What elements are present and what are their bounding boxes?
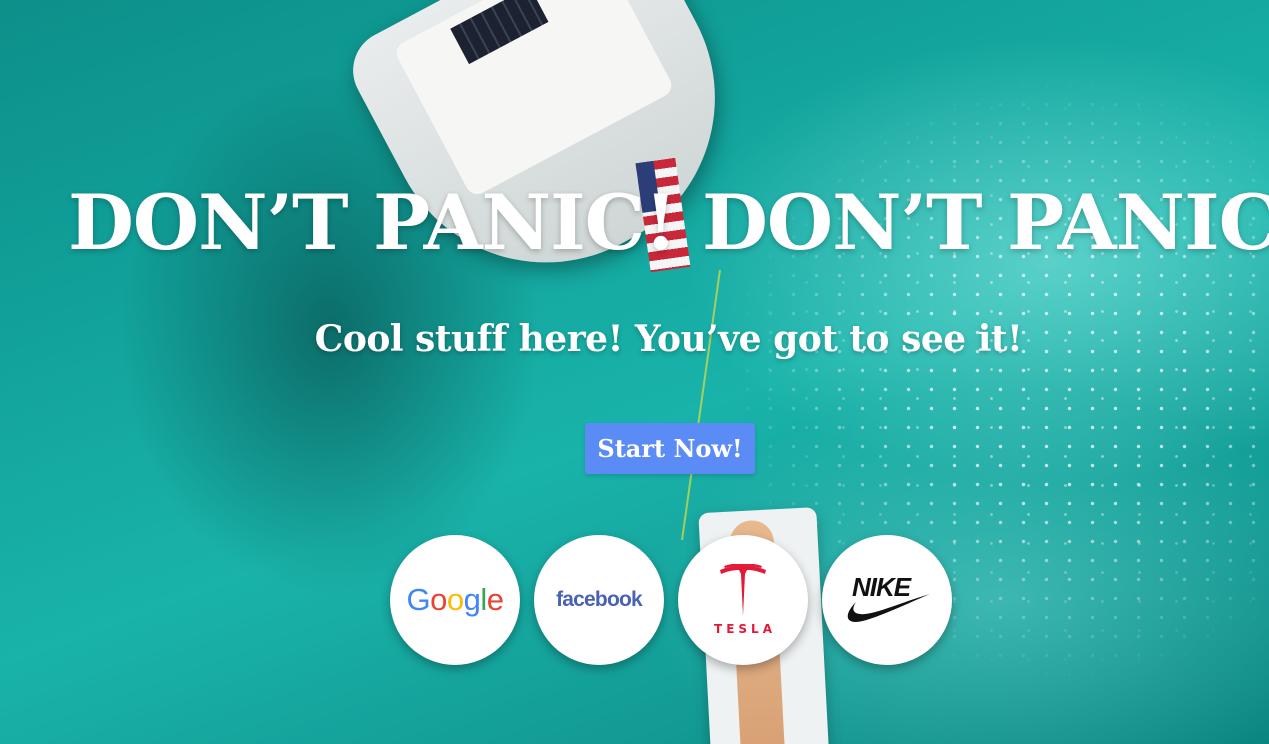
tesla-logo-link[interactable]: TESLA [678,535,808,665]
tesla-t-icon [720,564,766,616]
google-logo-link[interactable]: Google [390,535,520,665]
hero-title: DON’T PANIC! DON’T PANIC! [68,178,1269,267]
nike-logo-link[interactable]: NIKE [822,535,952,665]
tesla-wordmark: TESLA [714,622,776,636]
tesla-logo-icon: TESLA [710,564,776,636]
google-logo-icon: Google [406,582,504,617]
nike-swoosh-icon [847,594,930,622]
facebook-logo-link[interactable]: facebook [534,535,664,665]
partner-logos: Google facebook TESLA NIKE [390,535,952,665]
hero-subtitle: Cool stuff here! You’ve got to see it! [314,318,1023,360]
start-now-button[interactable]: Start Now! [585,423,755,474]
facebook-logo-icon: facebook [556,588,643,611]
nike-logo-icon: NIKE [842,570,932,630]
